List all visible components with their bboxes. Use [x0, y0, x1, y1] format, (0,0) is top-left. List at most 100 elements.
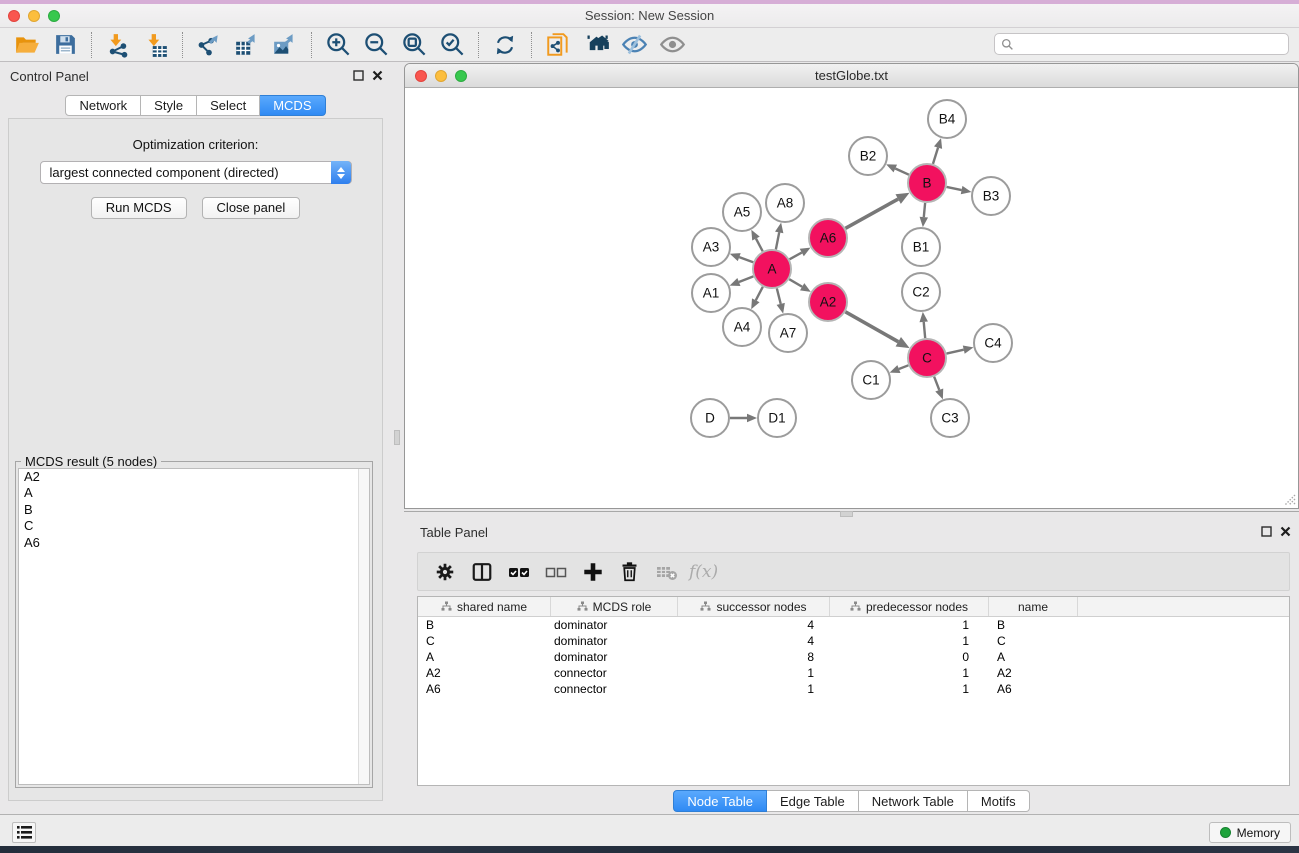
run-mcds-button[interactable]: Run MCDS	[91, 197, 187, 219]
result-item-a6[interactable]: A6	[19, 535, 369, 551]
optimization-criterion-select[interactable]: largest connected component (directed)	[40, 161, 352, 184]
graph-edge-C-C2[interactable]	[924, 322, 925, 338]
graph-edge-A-A4[interactable]	[756, 287, 763, 301]
close-panel-button[interactable]: Close panel	[202, 197, 301, 219]
tab-motifs[interactable]: Motifs	[968, 790, 1030, 812]
mcds-result-title: MCDS result (5 nodes)	[21, 454, 161, 469]
column-header-predecessor-nodes[interactable]: predecessor nodes	[830, 597, 989, 616]
tab-mcds[interactable]: MCDS	[260, 95, 325, 116]
zoom-out-icon[interactable]	[357, 30, 395, 60]
tab-network[interactable]: Network	[65, 95, 141, 116]
float-panel-icon[interactable]	[353, 70, 364, 81]
cell-name: B	[989, 617, 1078, 633]
graph-node-label-A6: A6	[820, 231, 837, 246]
table-settings-gear-icon[interactable]	[426, 556, 463, 588]
graph-edge-C-C3[interactable]	[934, 377, 939, 390]
graph-edge-A-A1[interactable]	[739, 276, 753, 282]
tab-node-table[interactable]: Node Table	[673, 790, 767, 812]
vertical-split-handle[interactable]	[394, 430, 400, 445]
graph-edge-A-A8[interactable]	[776, 232, 779, 249]
export-network-icon[interactable]	[190, 30, 228, 60]
column-header-name[interactable]: name	[989, 597, 1078, 616]
graph-edge-A-A2[interactable]	[789, 279, 802, 287]
split-table-icon[interactable]	[463, 556, 500, 588]
graph-edge-A-A3[interactable]	[739, 257, 753, 262]
toolbar-separator	[182, 32, 183, 58]
graph-edge-A-A5[interactable]	[756, 239, 763, 252]
graph-edge-A2-C[interactable]	[845, 312, 898, 342]
zoom-fit-icon[interactable]	[395, 30, 433, 60]
graph-edge-B-B2[interactable]	[895, 168, 909, 174]
cell-predecessor-nodes: 0	[830, 649, 989, 665]
refresh-icon[interactable]	[486, 30, 524, 60]
export-table-icon[interactable]	[228, 30, 266, 60]
graph-node-label-D1: D1	[768, 411, 785, 426]
column-header-MCDS-role[interactable]: MCDS role	[551, 597, 678, 616]
delete-column-icon[interactable]	[611, 556, 648, 588]
result-item-a2[interactable]: A2	[19, 469, 369, 485]
home-icon[interactable]	[577, 30, 615, 60]
search-input[interactable]	[1014, 36, 1288, 52]
import-table-icon[interactable]	[137, 30, 175, 60]
graph-edge-C-C4[interactable]	[947, 350, 964, 354]
optimization-criterion-label: Optimization criterion:	[9, 137, 382, 152]
float-table-panel-icon[interactable]	[1261, 526, 1272, 537]
network-zoom-button[interactable]	[455, 70, 467, 82]
cell-MCDS-role: connector	[551, 665, 678, 681]
network-close-button[interactable]	[415, 70, 427, 82]
tab-select[interactable]: Select	[197, 95, 260, 116]
table-row-B[interactable]: Bdominator41B	[418, 617, 1289, 633]
zoom-window-button[interactable]	[48, 10, 60, 22]
task-history-button[interactable]	[12, 822, 36, 843]
result-item-c[interactable]: C	[19, 518, 369, 534]
graph-edge-A-A7[interactable]	[777, 288, 781, 303]
graph-edge-B-B4[interactable]	[933, 148, 938, 164]
graph-edge-C-C1[interactable]	[899, 365, 908, 369]
column-header-shared-name[interactable]: shared name	[418, 597, 551, 616]
network-minimize-button[interactable]	[435, 70, 447, 82]
result-scrollbar[interactable]	[358, 469, 369, 784]
network-window-titlebar[interactable]: testGlobe.txt	[405, 64, 1298, 88]
graph-edge-A-A6[interactable]	[789, 253, 801, 260]
import-network-icon[interactable]	[99, 30, 137, 60]
minimize-window-button[interactable]	[28, 10, 40, 22]
zoom-selected-icon[interactable]	[433, 30, 471, 60]
network-canvas[interactable]: AA1A3A4A5A7A8A6A2BB1B2B3B4CC1C2C3C4DD1	[405, 88, 1298, 508]
delete-table-icon[interactable]	[648, 556, 685, 588]
graph-edge-B-B1[interactable]	[924, 203, 925, 217]
search-field[interactable]	[994, 33, 1289, 55]
open-folder-icon[interactable]	[8, 30, 46, 60]
show-eye-icon[interactable]	[653, 30, 691, 60]
zoom-in-icon[interactable]	[319, 30, 357, 60]
tab-edge-table[interactable]: Edge Table	[767, 790, 859, 812]
memory-button[interactable]: Memory	[1209, 822, 1291, 843]
tab-network-table[interactable]: Network Table	[859, 790, 968, 812]
result-item-b[interactable]: B	[19, 502, 369, 518]
tab-style[interactable]: Style	[141, 95, 197, 116]
graph-edge-A6-B[interactable]	[845, 199, 898, 228]
select-all-columns-icon[interactable]	[500, 556, 537, 588]
cell-name: C	[989, 633, 1078, 649]
graph-arrowhead	[934, 138, 942, 149]
close-table-panel-icon[interactable]	[1280, 526, 1291, 537]
unselect-all-columns-icon[interactable]	[537, 556, 574, 588]
duplicate-network-icon[interactable]	[539, 30, 577, 60]
graph-arrowhead	[935, 388, 943, 399]
add-column-icon[interactable]	[574, 556, 611, 588]
column-header-successor-nodes[interactable]: successor nodes	[678, 597, 830, 616]
window-resize-grip[interactable]	[1281, 491, 1296, 506]
table-row-A[interactable]: Adominator80A	[418, 649, 1289, 665]
close-window-button[interactable]	[8, 10, 20, 22]
close-panel-icon[interactable]	[372, 70, 383, 81]
function-builder-icon[interactable]: f(x)	[689, 562, 718, 582]
graph-edge-B-B3[interactable]	[947, 187, 962, 190]
result-item-a[interactable]: A	[19, 485, 369, 501]
hide-eye-icon[interactable]	[615, 30, 653, 60]
export-image-icon[interactable]	[266, 30, 304, 60]
horizontal-split-handle[interactable]	[840, 511, 853, 517]
table-row-A2[interactable]: A2connector11A2	[418, 665, 1289, 681]
column-header-filler	[1078, 597, 1289, 616]
table-row-C[interactable]: Cdominator41C	[418, 633, 1289, 649]
save-icon[interactable]	[46, 30, 84, 60]
table-row-A6[interactable]: A6connector11A6	[418, 681, 1289, 697]
